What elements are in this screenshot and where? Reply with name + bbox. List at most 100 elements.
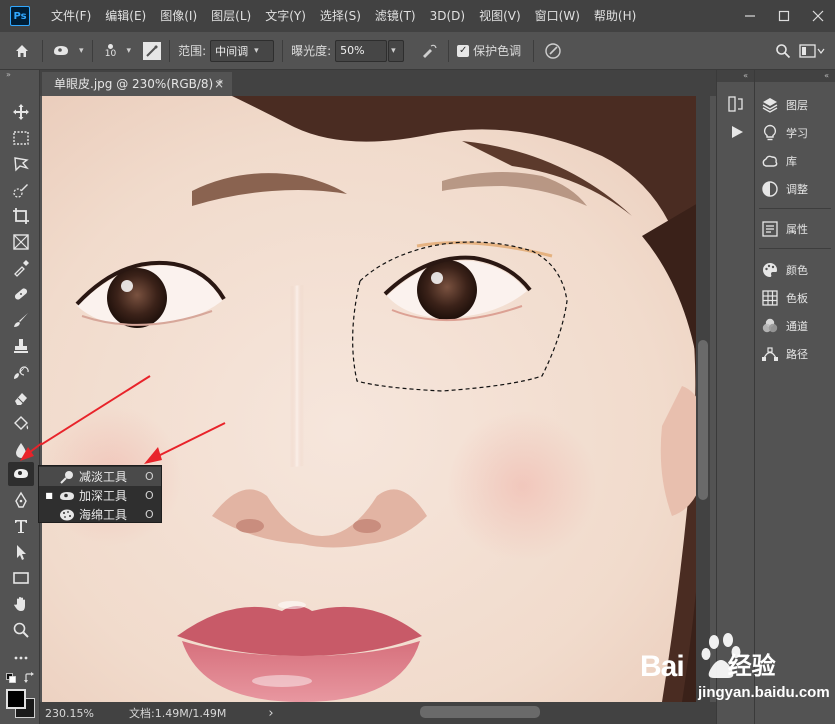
panel-swatches[interactable]: 色板 [761,285,833,311]
status-menu-arrow[interactable]: › [268,706,273,721]
document-canvas[interactable] [42,96,710,702]
range-select[interactable]: 中间调 ▾ [210,39,275,62]
menu-view[interactable]: 视图(V) [472,0,528,32]
paint-bucket-tool-icon[interactable] [8,412,34,436]
eraser-tool-icon[interactable] [8,386,34,410]
panel-learn[interactable]: 学习 [761,120,833,146]
panel-paths[interactable]: 路径 [761,341,833,367]
collapse-dock-icon[interactable]: « [717,70,754,82]
panel-adjustments[interactable]: 调整 [761,176,833,202]
panel-color[interactable]: 颜色 [761,257,833,283]
protect-tones-checkbox[interactable]: ✓ 保护色调 [457,42,525,59]
collapsed-dock-column: « [716,70,754,724]
eyedropper-tool-icon[interactable] [8,256,34,280]
protect-tones-label: 保护色调 [473,44,522,58]
exposure-input[interactable]: 50% [335,39,388,62]
menu-select[interactable]: 选择(S) [313,0,368,32]
tools-panel: » [0,70,40,724]
menu-edit[interactable]: 编辑(E) [98,0,153,32]
pressure-size-icon[interactable] [542,40,564,62]
collapse-panels-icon[interactable]: « [755,70,835,82]
panel-label: 属性 [786,223,808,236]
foreground-color-swatch[interactable] [6,689,26,709]
tool-preset-burn-icon[interactable]: ▾ [51,43,84,59]
sponge-icon [60,509,74,520]
options-bar: ▾ 10 ▾ 范围: 中间调 ▾ 曝光度: 50% ▾ ✓ 保护色调 [0,32,835,70]
panel-layers[interactable]: 图层 [761,92,833,118]
pen-tool-icon[interactable] [8,488,34,512]
zoom-tool-icon[interactable] [8,618,34,642]
selected-dot-icon: ■ [45,491,53,500]
panel-dock: « 图层 学习 库 调整 属性 颜色 色板 通道 路径 [754,70,835,724]
horizontal-scroll-thumb[interactable] [420,706,540,718]
checkmark-icon: ✓ [457,44,470,57]
marquee-tool-icon[interactable] [8,126,34,150]
brush-settings-icon[interactable] [143,41,162,60]
rectangle-tool-icon[interactable] [8,566,34,590]
exposure-label: 曝光度: [291,44,332,58]
brush-preset-picker[interactable]: 10 ▾ [101,42,131,59]
menu-layer[interactable]: 图层(L) [204,0,258,32]
close-icon[interactable] [801,0,835,32]
actions-play-icon[interactable] [728,123,746,141]
menu-image[interactable]: 图像(I) [153,0,204,32]
more-tools-icon[interactable] [8,646,34,670]
menu-3d[interactable]: 3D(D) [423,0,472,32]
menu-window[interactable]: 窗口(W) [528,0,587,32]
flyout-item-shortcut: O [145,470,154,483]
clone-stamp-tool-icon[interactable] [8,334,34,358]
type-tool-icon[interactable] [8,514,34,538]
zoom-level[interactable]: 230.15% [45,707,125,720]
move-tool-icon[interactable] [8,100,34,124]
flyout-item-sponge[interactable]: 海绵工具 O [39,505,161,524]
properties-icon [762,221,778,237]
lasso-tool-icon[interactable] [8,152,34,176]
search-icon[interactable] [771,39,795,63]
brush-tool-icon[interactable] [8,308,34,332]
collapse-tools-icon[interactable]: » [0,70,39,80]
document-tab[interactable]: 单眼皮.jpg @ 230%(RGB/8) * × [42,72,232,96]
chevron-down-icon: ▾ [254,45,259,56]
default-colors-icon[interactable] [6,672,16,683]
flyout-item-label: 减淡工具 [79,470,128,484]
menu-help[interactable]: 帮助(H) [587,0,643,32]
close-tab-icon[interactable]: × [214,72,224,96]
swap-colors-icon[interactable] [24,672,36,684]
exposure-slider-toggle[interactable]: ▾ [388,39,405,62]
lightbulb-icon [763,124,777,141]
flyout-item-dodge[interactable]: 减淡工具 O [39,467,161,486]
crop-tool-icon[interactable] [8,204,34,228]
panel-properties[interactable]: 属性 [761,216,833,242]
history-brush-tool-icon[interactable] [8,360,34,384]
menu-filter[interactable]: 滤镜(T) [368,0,423,32]
swatches-icon [762,290,778,306]
panel-label: 通道 [786,320,808,333]
flyout-item-shortcut: O [145,489,154,502]
menu-type[interactable]: 文字(Y) [258,0,313,32]
path-selection-tool-icon[interactable] [8,540,34,564]
document-info: 文档:1.49M/1.49M [129,707,227,720]
face-photo [42,96,710,702]
baidu-jingyan-watermark: Bai 经验 jingyan.baidu.com [640,632,830,712]
restore-icon[interactable] [767,0,801,32]
flyout-item-burn[interactable]: ■ 加深工具 O [39,486,161,505]
menu-file[interactable]: 文件(F) [44,0,98,32]
minimize-icon[interactable] [733,0,767,32]
panel-libraries[interactable]: 库 [761,148,833,174]
workspace-icon[interactable] [795,39,829,63]
hand-tool-icon[interactable] [8,592,34,616]
frame-tool-icon[interactable] [8,230,34,254]
history-panel-icon[interactable] [726,94,746,114]
panel-label: 库 [786,155,797,168]
quick-select-tool-icon[interactable] [8,178,34,202]
photoshop-window: Ps 文件(F) 编辑(E) 图像(I) 图层(L) 文字(Y) 选择(S) 滤… [0,0,835,724]
airbrush-icon[interactable] [418,40,440,62]
menu-bar: Ps 文件(F) 编辑(E) 图像(I) 图层(L) 文字(Y) 选择(S) 滤… [0,0,835,32]
home-icon[interactable] [10,39,34,63]
healing-brush-tool-icon[interactable] [8,282,34,306]
panel-label: 调整 [786,183,808,196]
panel-channels[interactable]: 通道 [761,313,833,339]
vertical-scroll-thumb[interactable] [698,340,708,500]
watermark-brand: Bai [640,650,685,683]
exposure-value: 50% [340,44,365,57]
